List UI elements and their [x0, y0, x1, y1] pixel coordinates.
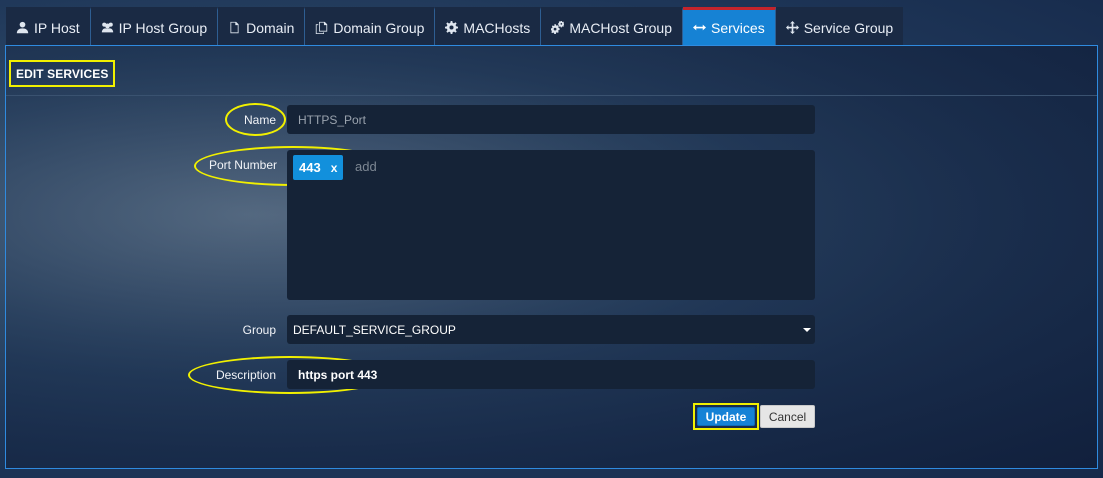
panel-title: EDIT SERVICES	[9, 60, 116, 87]
user-icon	[16, 21, 29, 34]
tab-bar: IP Host IP Host Group Domain Domain Grou…	[6, 7, 904, 45]
port-tag: 443 x	[293, 155, 344, 180]
tab-label: Services	[711, 19, 765, 36]
chevron-down-icon	[803, 328, 811, 332]
description-field[interactable]: https port 443	[287, 360, 815, 389]
tab-label: IP Host	[34, 19, 80, 36]
tab-machosts[interactable]: MACHosts	[435, 7, 542, 45]
tab-ip-host-group[interactable]: IP Host Group	[90, 7, 219, 45]
port-add-placeholder[interactable]: add	[355, 159, 377, 174]
tab-domain[interactable]: Domain	[218, 7, 306, 45]
gear-icon	[445, 21, 459, 34]
description-label: Description	[215, 368, 276, 382]
port-number-tags-input[interactable]: 443 x add	[287, 150, 815, 300]
edit-services-panel: EDIT SERVICES Name HTTPS_Port Port Numbe…	[5, 45, 1098, 469]
arrows-horizontal-icon	[693, 24, 707, 31]
port-tag-value: 443	[299, 160, 321, 175]
arrows-move-icon	[785, 21, 799, 34]
description-value: https port 443	[298, 368, 378, 382]
tab-ip-host[interactable]: IP Host	[6, 7, 91, 45]
cancel-button[interactable]: Cancel	[760, 405, 815, 428]
tab-label: IP Host Group	[118, 19, 208, 36]
tab-label: Domain Group	[333, 19, 425, 36]
update-button[interactable]: Update	[697, 407, 755, 426]
tab-label: Service Group	[803, 19, 894, 36]
group-selected-value: DEFAULT_SERVICE_GROUP	[293, 323, 456, 337]
name-field[interactable]: HTTPS_Port	[287, 105, 815, 134]
name-label: Name	[243, 113, 276, 127]
users-icon	[101, 22, 113, 33]
tab-services[interactable]: Services	[683, 7, 776, 45]
document-icon	[230, 21, 239, 34]
port-number-label: Port Number	[208, 158, 277, 172]
tab-label: MACHost Group	[569, 19, 673, 36]
tab-label: MACHosts	[463, 19, 531, 36]
gears-icon	[551, 21, 565, 34]
tab-label: Domain	[246, 19, 295, 36]
panel-header: EDIT SERVICES	[6, 46, 1097, 96]
tab-machost-group[interactable]: MACHost Group	[541, 7, 684, 45]
group-label: Group	[242, 323, 276, 337]
update-button-highlight: Update	[693, 403, 759, 430]
tab-domain-group[interactable]: Domain Group	[305, 7, 436, 45]
tab-service-group[interactable]: Service Group	[775, 7, 904, 45]
documents-icon	[316, 21, 328, 34]
group-select[interactable]: DEFAULT_SERVICE_GROUP	[287, 315, 815, 344]
remove-tag-button[interactable]: x	[331, 161, 338, 175]
name-value: HTTPS_Port	[298, 113, 367, 127]
